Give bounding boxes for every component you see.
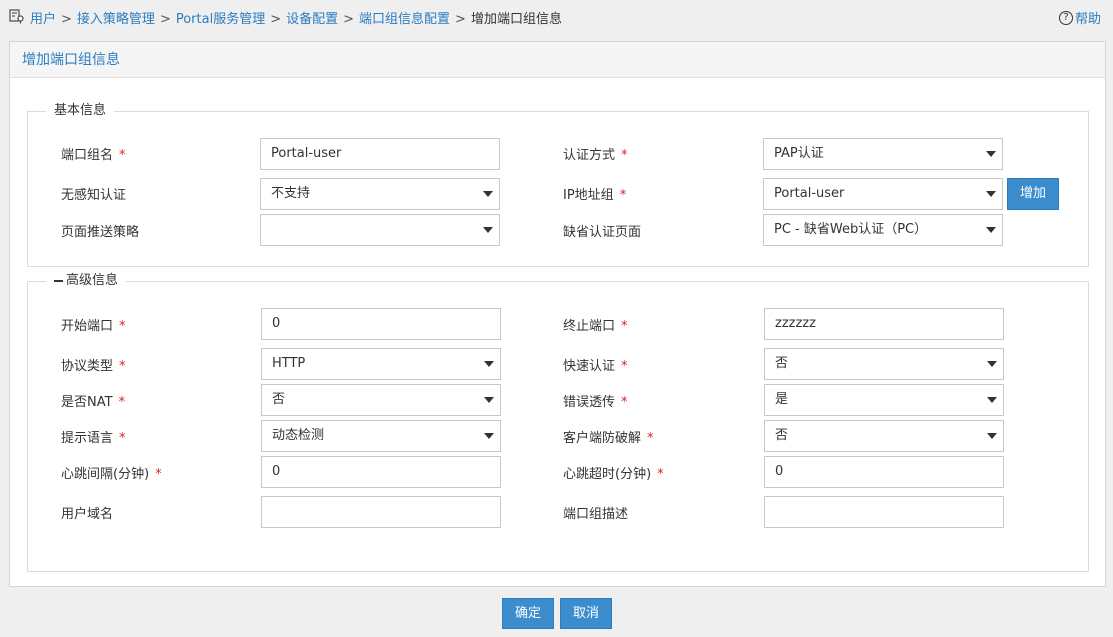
auth-method-label: 认证方式 * [563,148,628,163]
help-label: 帮助 [1074,12,1101,27]
advanced-info-legend[interactable]: 高级信息 [46,273,127,289]
breadcrumb-link-user[interactable]: 用户 [30,12,56,27]
user-location-icon [9,9,24,24]
confirm-button[interactable]: 确定 [502,598,554,629]
cancel-button[interactable]: 取消 [560,598,612,629]
breadcrumb-separator: > [343,12,355,27]
default-page-select[interactable]: PC - 缺省Web认证（PC） [763,214,1003,246]
breadcrumb-separator: > [455,12,466,27]
nat-select[interactable]: 否 [261,384,501,416]
protocol-select[interactable]: HTTP [261,348,501,380]
breadcrumb-separator: > [270,12,282,27]
ip-group-select[interactable]: Portal-user [763,178,1003,210]
advanced-info-section: 高级信息 开始端口 * 0 终止端口 * zzzzzz 协议类型 * HTTP 快速认… [27,273,1089,572]
user-domain-label: 用户域名 [61,507,114,522]
fast-auth-label: 快速认证 * [563,359,628,374]
fast-auth-select[interactable]: 否 [764,348,1004,380]
auth-method-select[interactable]: PAP认证 [763,138,1003,170]
anti-crack-label: 客户端防破解 * [563,431,654,446]
seamless-auth-select[interactable]: 不支持 [260,178,500,210]
breadcrumb-separator: > [159,12,171,27]
breadcrumb-current: 增加端口组信息 [470,12,562,27]
breadcrumb: 用户 > 接入策略管理 > Portal服务管理 > 设备配置 > 端口组信息配置 > 增加端口组信… [30,8,562,27]
start-port-label: 开始端口 * [61,319,126,334]
breadcrumb-link-portal-service[interactable]: Portal服务管理 [176,12,265,27]
breadcrumb-link-access-policy[interactable]: 接入策略管理 [77,12,155,27]
panel-title: 增加端口组信息 [10,42,1105,78]
top-bar: 用户 > 接入策略管理 > Portal服务管理 > 设备配置 > 端口组信息配置 > 增加端口组信… [0,0,1113,34]
breadcrumb-separator: > [61,12,72,27]
end-port-label: 终止端口 * [563,319,628,334]
basic-info-legend: 基本信息 [46,103,115,119]
form-panel: 增加端口组信息 基本信息 端口组名 * Portal-user 认证方式 * PAP… [9,41,1106,587]
heartbeat-interval-label: 心跳间隔(分钟) * [61,467,162,482]
start-port-input[interactable]: 0 [261,308,501,340]
collapse-minus-icon [54,279,63,282]
push-policy-select[interactable] [260,214,500,246]
breadcrumb-link-device-config[interactable]: 设备配置 [286,12,338,27]
help-circle-icon: ? [1058,10,1073,25]
add-ip-group-button[interactable]: 增加 [1007,178,1059,210]
port-group-name-label: 端口组名 * [61,148,126,163]
anti-crack-select[interactable]: 否 [764,420,1004,452]
error-passthrough-label: 错误透传 * [563,395,628,410]
ip-group-label: IP地址组 * [563,188,627,203]
group-desc-label: 端口组描述 [563,507,629,522]
breadcrumb-link-port-group-config[interactable]: 端口组信息配置 [359,12,450,27]
user-domain-input[interactable] [261,496,501,528]
help-link[interactable]: ? 帮助 [1058,8,1101,27]
end-port-input[interactable]: zzzzzz [764,308,1004,340]
default-page-label: 缺省认证页面 [563,225,642,240]
heartbeat-timeout-input[interactable]: 0 [764,456,1004,488]
port-group-name-input[interactable]: Portal-user [260,138,500,170]
nat-label: 是否NAT * [61,395,126,410]
language-select[interactable]: 动态检测 [261,420,501,452]
group-desc-input[interactable] [764,496,1004,528]
protocol-label: 协议类型 * [61,359,126,374]
basic-info-section: 基本信息 端口组名 * Portal-user 认证方式 * PAP认证 无感知认证… [27,103,1089,267]
error-passthrough-select[interactable]: 是 [764,384,1004,416]
heartbeat-timeout-label: 心跳超时(分钟) * [563,467,664,482]
seamless-auth-label: 无感知认证 [61,188,127,203]
heartbeat-interval-input[interactable]: 0 [261,456,501,488]
language-label: 提示语言 * [61,431,126,446]
push-policy-label: 页面推送策略 [61,225,140,240]
